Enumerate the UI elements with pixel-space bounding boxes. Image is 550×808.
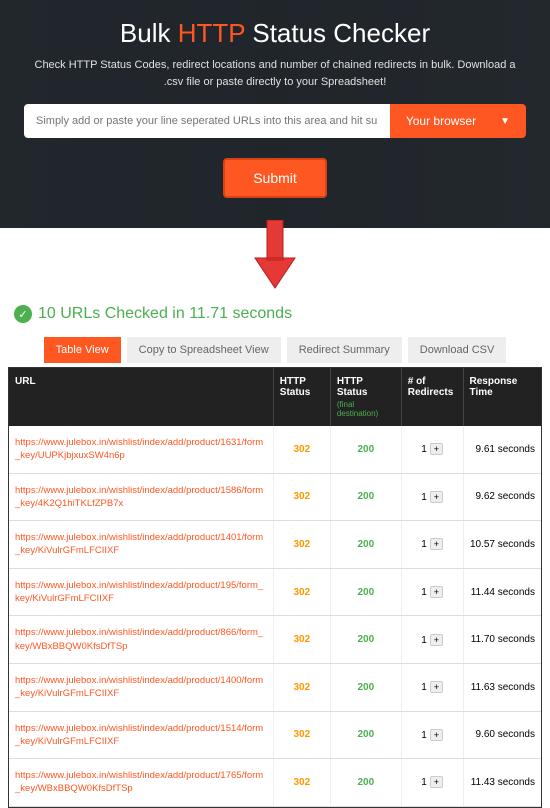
col-header-status-final-sub: (final destination) (337, 400, 395, 418)
redirect-count: 1+ (401, 711, 463, 759)
redirect-count: 1+ (401, 759, 463, 807)
page-title: Bulk HTTP Status Checker (24, 18, 526, 49)
expand-icon[interactable]: + (430, 634, 443, 646)
table-row: https://www.julebox.in/wishlist/index/ad… (9, 521, 541, 569)
url-input[interactable] (24, 104, 390, 138)
expand-icon[interactable]: + (430, 586, 443, 598)
title-accent: HTTP (178, 18, 245, 48)
url-link[interactable]: https://www.julebox.in/wishlist/index/ad… (15, 580, 263, 604)
response-time: 11.70 seconds (463, 616, 541, 664)
expand-icon[interactable]: + (430, 538, 443, 550)
table-row: https://www.julebox.in/wishlist/index/ad… (9, 711, 541, 759)
url-link[interactable]: https://www.julebox.in/wishlist/index/ad… (15, 723, 263, 747)
url-link[interactable]: https://www.julebox.in/wishlist/index/ad… (15, 627, 263, 651)
http-status-final: 200 (330, 663, 401, 711)
response-time: 11.44 seconds (463, 568, 541, 616)
http-status: 302 (273, 663, 330, 711)
http-status-final: 200 (330, 521, 401, 569)
col-header-response: Response Time (463, 368, 541, 426)
tab-table-view[interactable]: Table View (44, 337, 121, 363)
redirect-count: 1+ (401, 426, 463, 473)
http-status-final: 200 (330, 426, 401, 473)
tab-download-csv[interactable]: Download CSV (408, 337, 507, 363)
http-status-final: 200 (330, 473, 401, 521)
col-header-status-final-label: HTTP Status (337, 376, 368, 398)
table-row: https://www.julebox.in/wishlist/index/ad… (9, 473, 541, 521)
table-row: https://www.julebox.in/wishlist/index/ad… (9, 663, 541, 711)
status-line: ✓ 10 URLs Checked in 11.71 seconds (0, 295, 550, 337)
table-row: https://www.julebox.in/wishlist/index/ad… (9, 568, 541, 616)
col-header-status: HTTP Status (273, 368, 330, 426)
expand-icon[interactable]: + (430, 681, 443, 693)
browser-select-label: Your browser (406, 114, 476, 128)
results-table-wrap: URL HTTP Status HTTP Status (final desti… (8, 367, 542, 808)
col-header-url: URL (9, 368, 273, 426)
subtitle: Check HTTP Status Codes, redirect locati… (24, 57, 526, 90)
redirect-count: 1+ (401, 616, 463, 664)
table-row: https://www.julebox.in/wishlist/index/ad… (9, 426, 541, 473)
col-header-status-final: HTTP Status (final destination) (330, 368, 401, 426)
results-table: URL HTTP Status HTTP Status (final desti… (9, 368, 541, 807)
col-header-redirects: # of Redirects (401, 368, 463, 426)
redirect-count: 1+ (401, 521, 463, 569)
check-circle-icon: ✓ (14, 305, 32, 323)
expand-icon[interactable]: + (430, 729, 443, 741)
arrow-annotation (0, 220, 550, 295)
redirect-count: 1+ (401, 473, 463, 521)
expand-icon[interactable]: + (430, 491, 443, 503)
http-status-final: 200 (330, 759, 401, 807)
expand-icon[interactable]: + (430, 776, 443, 788)
input-row: Your browser ▼ (24, 104, 526, 138)
url-link[interactable]: https://www.julebox.in/wishlist/index/ad… (15, 532, 263, 556)
arrow-down-icon (253, 220, 297, 290)
redirect-count: 1+ (401, 568, 463, 616)
http-status: 302 (273, 759, 330, 807)
http-status-final: 200 (330, 568, 401, 616)
http-status: 302 (273, 711, 330, 759)
tab-copy-to-spreadsheet-view[interactable]: Copy to Spreadsheet View (127, 337, 281, 363)
title-post: Status Checker (245, 18, 430, 48)
response-time: 10.57 seconds (463, 521, 541, 569)
expand-icon[interactable]: + (430, 443, 443, 455)
table-row: https://www.julebox.in/wishlist/index/ad… (9, 759, 541, 807)
response-time: 11.43 seconds (463, 759, 541, 807)
chevron-down-icon: ▼ (500, 116, 510, 127)
submit-button[interactable]: Submit (223, 158, 327, 198)
http-status-final: 200 (330, 616, 401, 664)
redirect-count: 1+ (401, 663, 463, 711)
browser-select[interactable]: Your browser ▼ (390, 104, 526, 138)
response-time: 9.62 seconds (463, 473, 541, 521)
url-link[interactable]: https://www.julebox.in/wishlist/index/ad… (15, 437, 263, 461)
http-status: 302 (273, 473, 330, 521)
status-text: 10 URLs Checked in 11.71 seconds (38, 305, 292, 323)
http-status-final: 200 (330, 711, 401, 759)
url-link[interactable]: https://www.julebox.in/wishlist/index/ad… (15, 675, 263, 699)
table-row: https://www.julebox.in/wishlist/index/ad… (9, 616, 541, 664)
table-body: https://www.julebox.in/wishlist/index/ad… (9, 426, 541, 806)
url-link[interactable]: https://www.julebox.in/wishlist/index/ad… (15, 485, 263, 509)
url-link[interactable]: https://www.julebox.in/wishlist/index/ad… (15, 770, 263, 794)
tabs-row: Table ViewCopy to Spreadsheet ViewRedire… (0, 337, 550, 367)
response-time: 9.60 seconds (463, 711, 541, 759)
response-time: 11.63 seconds (463, 663, 541, 711)
http-status: 302 (273, 521, 330, 569)
http-status: 302 (273, 568, 330, 616)
http-status: 302 (273, 426, 330, 473)
response-time: 9.61 seconds (463, 426, 541, 473)
table-header-row: URL HTTP Status HTTP Status (final desti… (9, 368, 541, 426)
http-status: 302 (273, 616, 330, 664)
tab-redirect-summary[interactable]: Redirect Summary (287, 337, 402, 363)
hero-section: Bulk HTTP Status Checker Check HTTP Stat… (0, 0, 550, 228)
title-pre: Bulk (120, 18, 178, 48)
